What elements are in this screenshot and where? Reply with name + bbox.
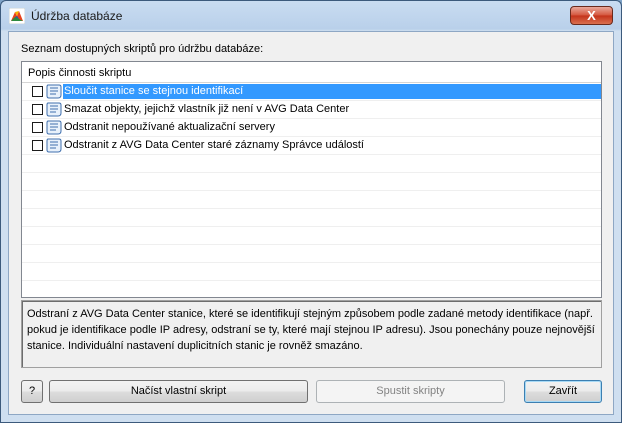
script-checkbox[interactable] (32, 86, 43, 97)
script-checkbox[interactable] (32, 140, 43, 151)
script-row-remove-update-servers[interactable]: Odstranit nepoužívané aktualizační serve… (22, 119, 601, 137)
load-custom-script-button[interactable]: Načíst vlastní skript (49, 380, 308, 403)
empty-row (22, 227, 601, 245)
scripts-list[interactable]: Popis činnosti skriptu Sloučit stanice s… (21, 61, 602, 298)
empty-row (22, 281, 601, 298)
script-icon (46, 120, 62, 135)
avg-logo-icon (9, 8, 25, 24)
script-checkbox[interactable] (32, 104, 43, 115)
script-description: Odstraní z AVG Data Center stanice, kter… (27, 308, 595, 352)
empty-row (22, 263, 601, 281)
script-label: Smazat objekty, jejichž vlastník již nen… (64, 103, 350, 115)
empty-row (22, 173, 601, 191)
script-row-merge-stations[interactable]: Sloučit stanice se stejnou identifikací (22, 83, 601, 101)
script-label: Odstranit z AVG Data Center staré záznam… (64, 139, 364, 151)
column-header-label: Popis činnosti skriptu (28, 67, 132, 79)
database-maintenance-dialog: Údržba databáze X Seznam dostupných skri… (0, 0, 622, 423)
script-row-delete-objects[interactable]: Smazat objekty, jejichž vlastník již nen… (22, 101, 601, 119)
empty-row (22, 245, 601, 263)
script-icon (46, 138, 62, 153)
script-description-box: Odstraní z AVG Data Center stanice, kter… (21, 300, 602, 368)
help-button[interactable]: ? (21, 380, 43, 403)
title-bar: Údržba databáze X (1, 1, 621, 31)
scripts-caption: Seznam dostupných skriptů pro údržbu dat… (21, 43, 264, 55)
script-checkbox[interactable] (32, 122, 43, 133)
empty-row (22, 191, 601, 209)
dialog-body: Seznam dostupných skriptů pro údržbu dat… (8, 31, 614, 415)
script-icon (46, 102, 62, 117)
script-row-remove-event-records[interactable]: Odstranit z AVG Data Center staré záznam… (22, 137, 601, 155)
list-column-header[interactable]: Popis činnosti skriptu (22, 62, 601, 83)
close-window-button[interactable]: X (570, 6, 613, 25)
window-title: Údržba databáze (31, 9, 123, 23)
run-scripts-button[interactable]: Spustit skripty (316, 380, 505, 403)
script-label: Sloučit stanice se stejnou identifikací (63, 84, 601, 99)
empty-row (22, 155, 601, 173)
empty-row (22, 209, 601, 227)
script-label: Odstranit nepoužívané aktualizační serve… (64, 121, 275, 133)
close-button[interactable]: Zavřít (524, 380, 602, 403)
script-icon (46, 84, 62, 99)
